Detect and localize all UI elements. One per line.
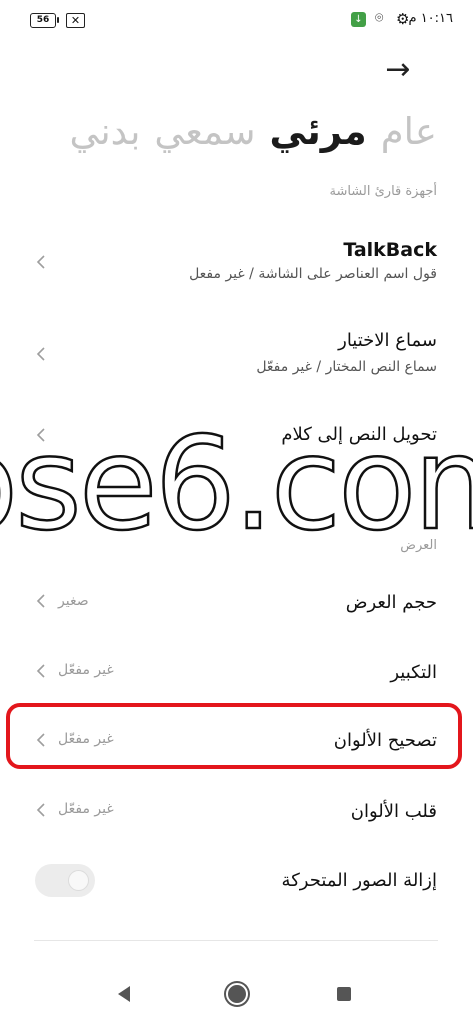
- row-color-inversion[interactable]: قلب الألوان غير مفعّل: [0, 789, 473, 833]
- row-value: غير مفعّل: [58, 662, 114, 678]
- chevron-left-icon: [34, 594, 48, 608]
- tab-physical[interactable]: بدني: [70, 110, 141, 153]
- battery-icon: 56: [30, 13, 56, 28]
- row-subtitle: سماع النص المختار / غير مفعّل: [256, 359, 437, 375]
- row-title: قلب الألوان: [350, 801, 437, 822]
- chevron-left-icon: [34, 664, 48, 678]
- nav-home-icon[interactable]: [226, 983, 248, 1005]
- download-notification-icon: ↓: [351, 12, 366, 27]
- row-title: TalkBack: [343, 239, 437, 261]
- row-talkback[interactable]: TalkBack قول اسم العناصر على الشاشة / غي…: [0, 226, 473, 296]
- category-tabs: عام مرئي سمعي بدني: [70, 110, 437, 153]
- row-subtitle: قول اسم العناصر على الشاشة / غير مفعل: [189, 266, 437, 282]
- row-title: التكبير: [390, 662, 437, 683]
- no-sim-icon: ✕: [66, 13, 85, 28]
- row-title: إزالة الصور المتحركة: [281, 870, 437, 891]
- toggle-knob: [68, 870, 89, 891]
- status-bar: 56 ✕ ↓ ⌾ ⚙ ١٠:١٦ م: [0, 0, 473, 40]
- row-title: حجم العرض: [345, 592, 437, 613]
- battery-tip: [57, 17, 59, 23]
- row-magnification[interactable]: التكبير غير مفعّل: [0, 650, 473, 694]
- nav-recents-icon[interactable]: [337, 987, 351, 1001]
- arrow-right-icon[interactable]: →: [380, 52, 416, 88]
- status-time: ١٠:١٦ م: [408, 11, 454, 26]
- location-pin-icon: ⌾: [375, 10, 384, 26]
- tab-general[interactable]: عام: [381, 110, 437, 153]
- nav-back-icon[interactable]: [118, 986, 130, 1002]
- row-select-to-speak[interactable]: سماع الاختيار سماع النص المختار / غير مف…: [0, 318, 473, 388]
- row-color-correction[interactable]: تصحيح الألوان غير مفعّل: [0, 718, 473, 762]
- divider: [34, 940, 438, 941]
- row-title: تصحيح الألوان: [333, 730, 437, 751]
- tab-visual[interactable]: مرئي: [269, 110, 366, 153]
- chevron-left-icon: [34, 803, 48, 817]
- row-value: غير مفعّل: [58, 731, 114, 747]
- chevron-left-icon: [34, 347, 48, 361]
- watermark-text: bse6.com: [0, 410, 473, 559]
- row-title: سماع الاختيار: [338, 330, 437, 351]
- section-label-screen-readers: أجهزة قارئ الشاشة: [329, 184, 437, 199]
- tab-hearing[interactable]: سمعي: [154, 110, 255, 153]
- chevron-left-icon: [34, 255, 48, 269]
- watermark: bse6.com: [0, 409, 473, 561]
- row-display-size[interactable]: حجم العرض صغير: [0, 580, 473, 624]
- settings-gear-icon: ⚙: [396, 10, 410, 28]
- row-value: صغير: [58, 593, 89, 609]
- chevron-left-icon: [34, 733, 48, 747]
- row-value: غير مفعّل: [58, 801, 114, 817]
